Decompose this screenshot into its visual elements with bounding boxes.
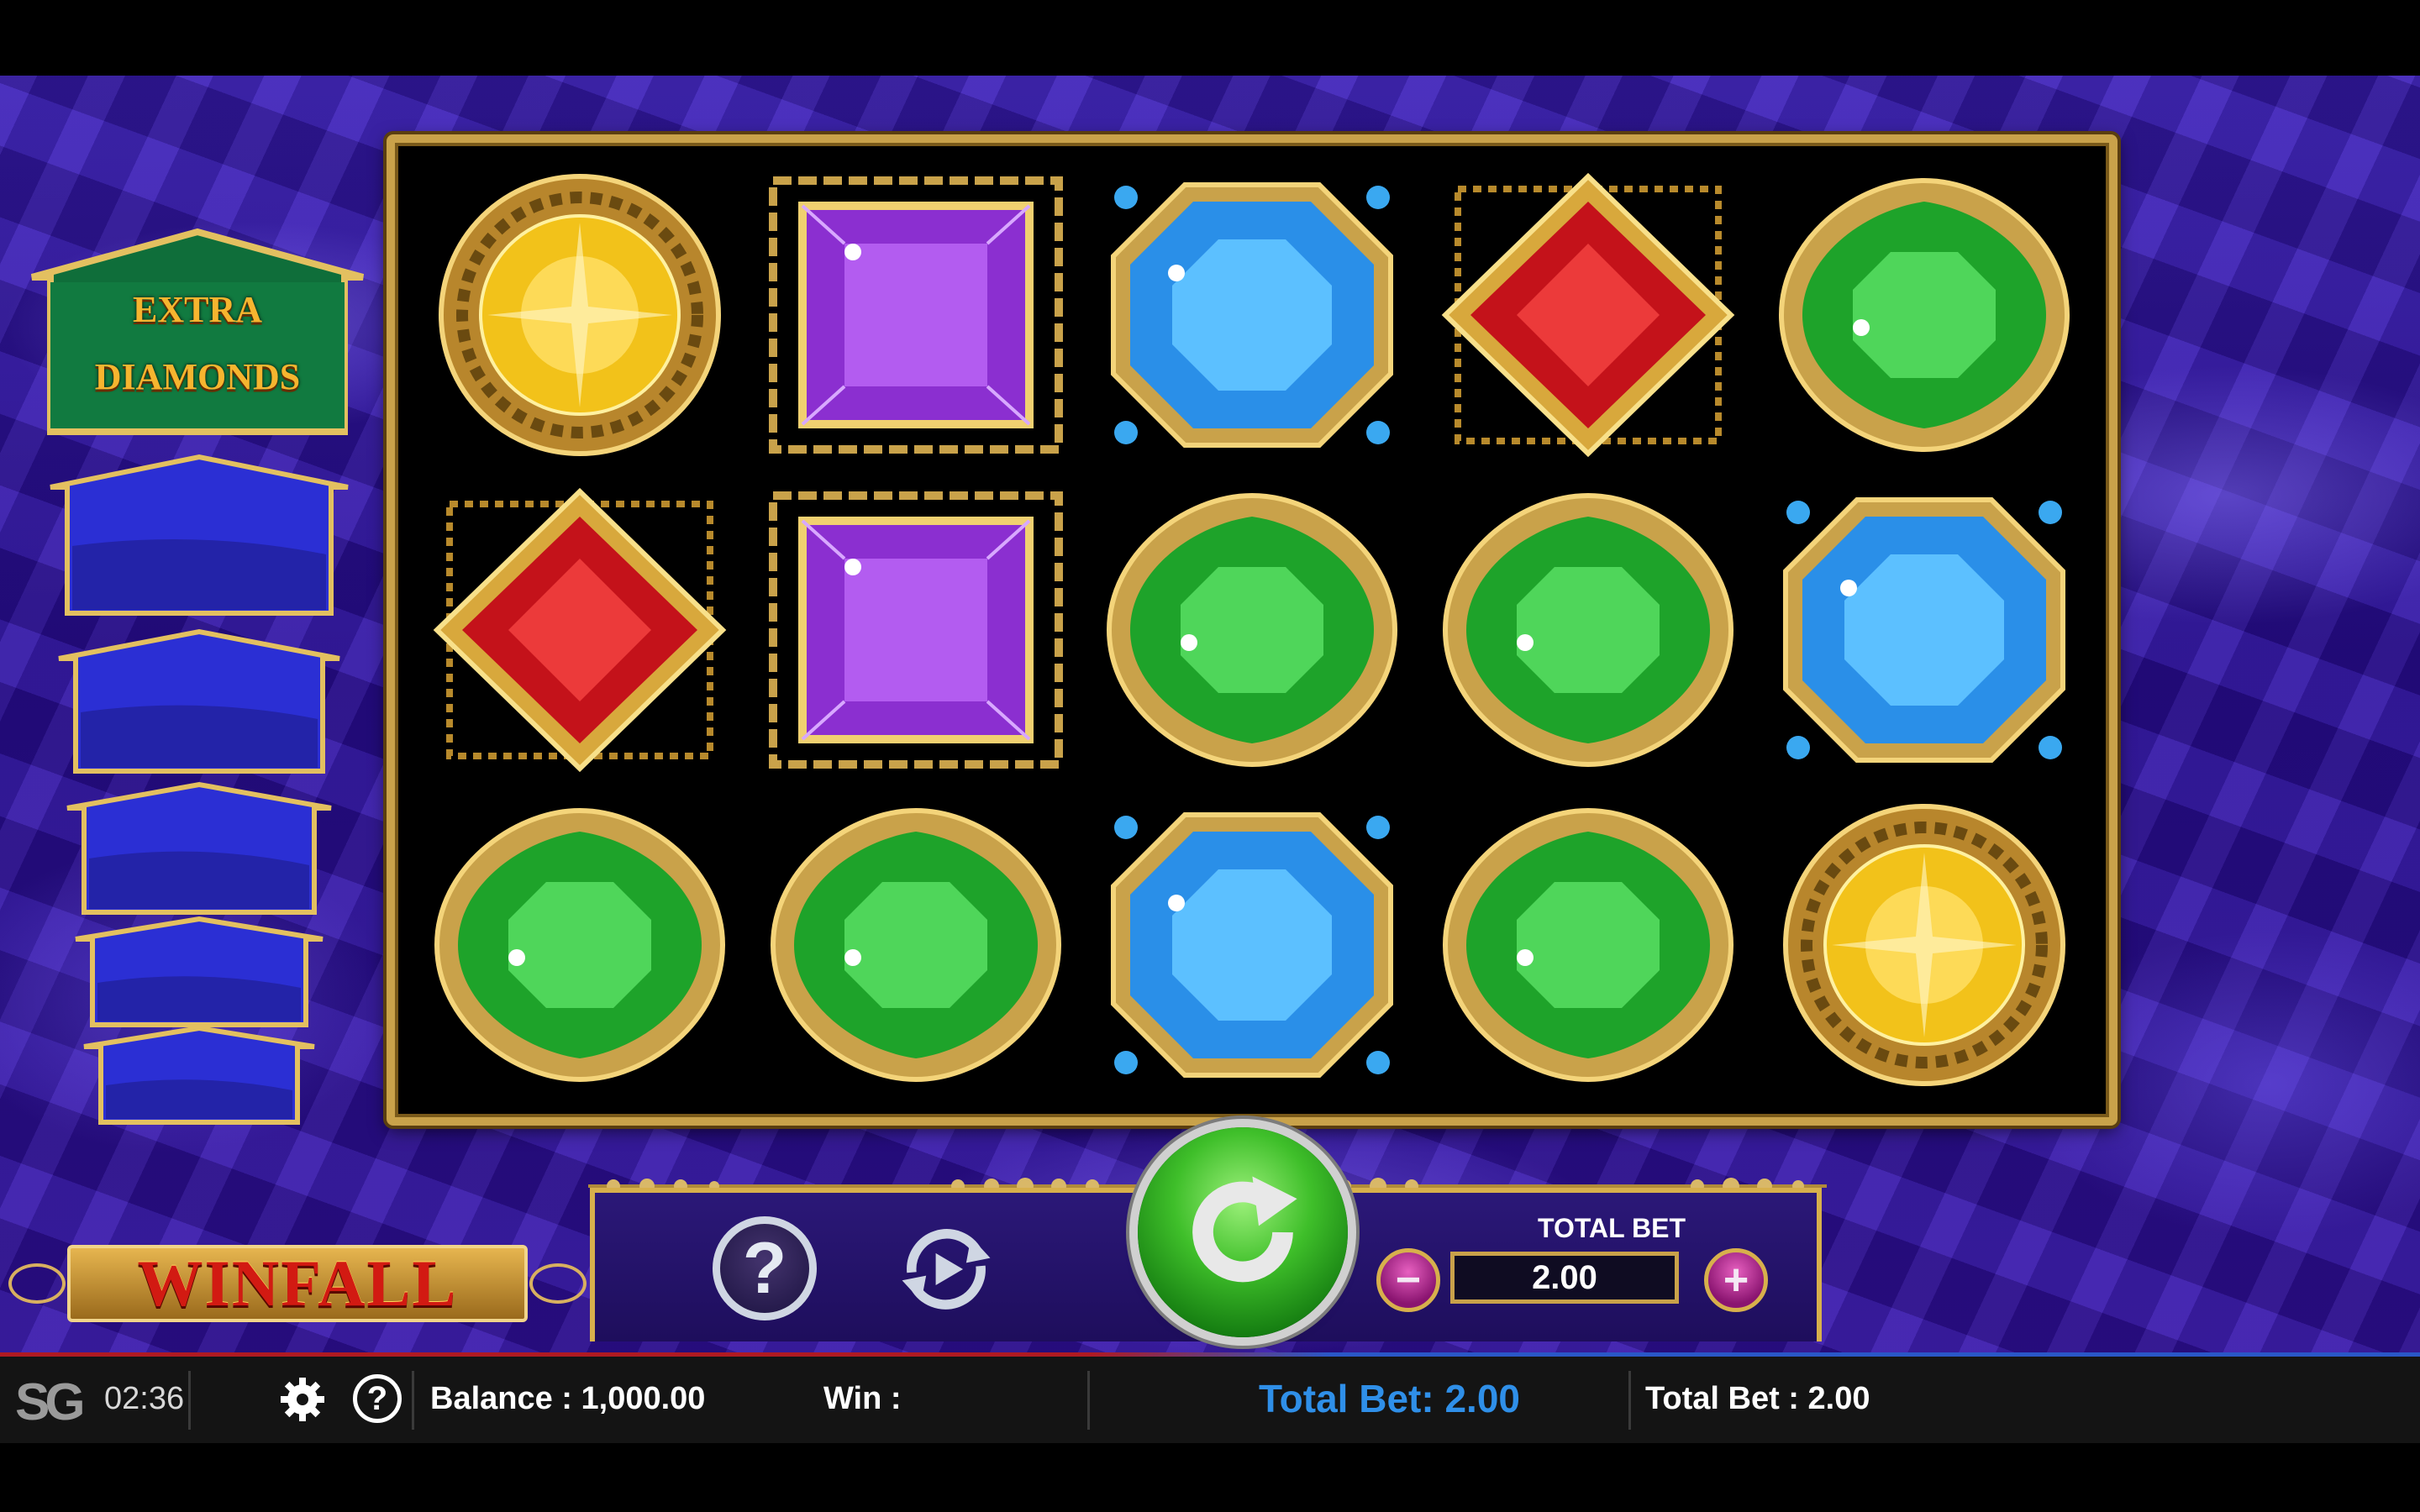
plus-icon: + [1723,1256,1749,1305]
status-bar-accent [0,1352,2420,1357]
ladder-step-3 [64,781,334,916]
logo-ornament-left [8,1263,66,1304]
gear-icon [281,1378,324,1421]
status-bar: SG 02:36 ? Balance : 1,000.00 Win : Tota… [0,1352,2420,1443]
blue-gem-icon [1111,182,1393,449]
extra-diamonds-panel: EXTRA DIAMONDS [25,227,370,437]
green-gem-icon [1442,492,1734,767]
autoplay-button[interactable] [894,1216,998,1320]
symbol-green-gem [1420,473,1756,788]
symbol-yellow-gem [412,158,748,473]
spin-button[interactable] [1138,1127,1348,1337]
symbol-green-gem [1084,473,1420,788]
green-gem-icon [434,807,726,1082]
symbol-purple-gem [748,158,1084,473]
spin-arrow-icon [1192,1176,1297,1283]
logo-ornament-right [529,1263,587,1304]
symbol-red-gem [1420,158,1756,473]
ladder-step-4 [72,916,326,1029]
separator [1087,1371,1090,1430]
extra-diamonds-label: EXTRA DIAMONDS [25,227,370,437]
extra-diamonds-ladder: EXTRA DIAMONDS [25,227,378,1193]
balance-readout: Balance : 1,000.00 [430,1381,706,1416]
red-gem-icon [433,487,727,773]
extra-label-line1: EXTRA [132,289,263,330]
total-bet-center-readout: Total Bet: 2.00 [1259,1377,1520,1420]
red-gem-icon [1441,173,1735,458]
ladder-step-2 [55,628,343,775]
total-bet-label: TOTAL BET [1538,1213,1686,1243]
symbol-blue-gem [1756,473,2092,788]
logo-text: WINFALL [67,1245,528,1322]
symbol-green-gem [748,787,1084,1102]
separator [188,1371,191,1430]
blue-gem-icon [1783,496,2065,763]
yellow-gem-icon [1783,803,2065,1086]
symbol-red-gem [412,473,748,788]
minus-icon: − [1395,1256,1422,1305]
clock: 02:36 [104,1381,185,1416]
total-bet-right-readout: Total Bet : 2.00 [1645,1381,1870,1416]
reel-grid [412,158,2092,1102]
help-button[interactable]: ? [713,1216,817,1320]
green-gem-icon [1778,178,2070,453]
blue-gem-icon [1111,811,1393,1078]
symbol-blue-gem [1084,787,1420,1102]
info-button[interactable]: ? [353,1374,402,1423]
symbol-green-gem [1756,158,2092,473]
sg-brand-logo: SG [15,1373,86,1431]
settings-button[interactable] [277,1374,328,1425]
separator [412,1371,414,1430]
question-icon: ? [366,1379,388,1417]
increase-bet-button[interactable]: + [1704,1248,1768,1312]
reel-frame [387,134,2118,1126]
green-gem-icon [1106,492,1398,767]
green-gem-icon [770,807,1062,1082]
extra-label-line2: DIAMONDS [94,356,301,397]
winfall-logo: WINFALL [0,1233,588,1334]
autoplay-icon [902,1229,991,1310]
purple-gem-icon [769,491,1063,769]
win-readout: Win : [823,1381,902,1416]
symbol-green-gem [412,787,748,1102]
green-gem-icon [1442,807,1734,1082]
ladder-step-1 [47,454,351,617]
symbol-purple-gem [748,473,1084,788]
purple-gem-icon [769,176,1063,454]
symbol-green-gem [1420,787,1756,1102]
symbol-yellow-gem [1756,787,2092,1102]
control-panel: ? TOTAL BET − 2.00 + [590,1127,1822,1341]
total-bet-control: TOTAL BET − 2.00 + [1376,1211,1813,1337]
decrease-bet-button[interactable]: − [1376,1248,1440,1312]
separator [1628,1371,1631,1430]
help-icon: ? [742,1227,787,1309]
symbol-blue-gem [1084,158,1420,473]
total-bet-value: 2.00 [1450,1252,1679,1304]
yellow-gem-icon [439,174,721,457]
ladder-step-5 [81,1025,318,1126]
